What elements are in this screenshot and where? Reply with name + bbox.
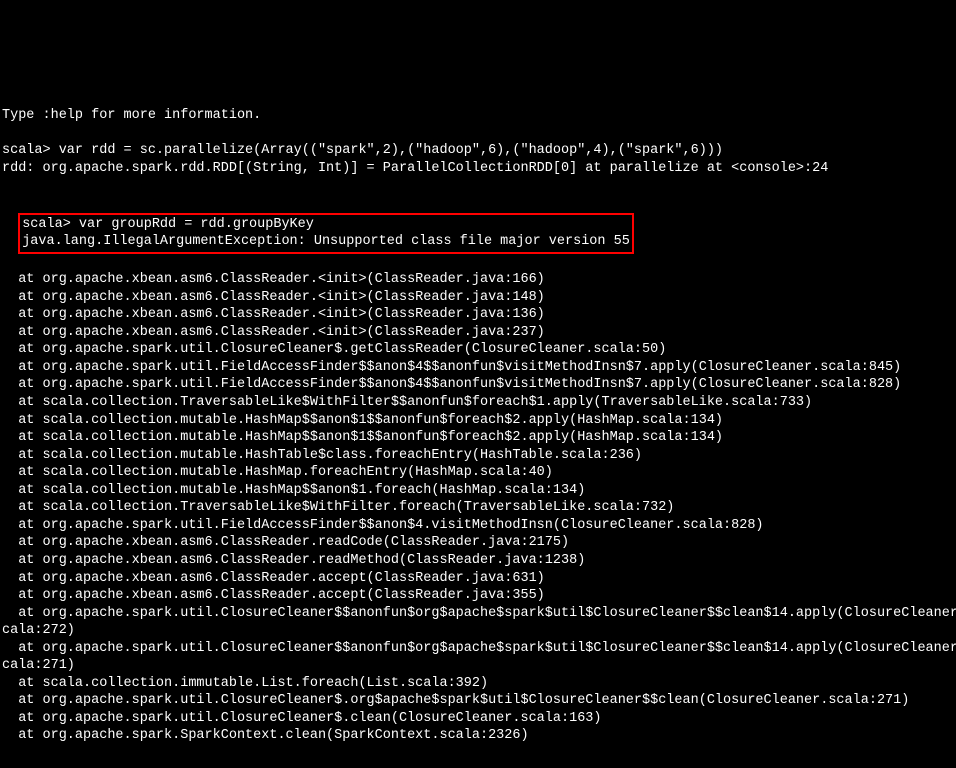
highlighted-error-box: scala> var groupRdd = rdd.groupByKeyjava… [18,213,634,254]
stack-line: at scala.collection.mutable.HashMap$$ano… [2,429,954,447]
error-line: scala> var groupRdd = rdd.groupByKey [22,216,630,234]
stack-line: at scala.collection.mutable.HashTable$cl… [2,447,954,465]
stack-line: at org.apache.xbean.asm6.ClassReader.<in… [2,289,954,307]
stack-line: at org.apache.spark.util.ClosureCleaner$… [2,640,954,658]
stack-line: at org.apache.xbean.asm6.ClassReader.rea… [2,534,954,552]
intro-line: rdd: org.apache.spark.rdd.RDD[(String, I… [2,160,954,178]
stack-line: at org.apache.xbean.asm6.ClassReader.acc… [2,570,954,588]
stack-line: at org.apache.xbean.asm6.ClassReader.rea… [2,552,954,570]
intro-line [2,177,954,195]
stack-line: at scala.collection.mutable.HashMap$$ano… [2,482,954,500]
stack-line: at org.apache.spark.util.ClosureCleaner$… [2,710,954,728]
stack-line: at org.apache.spark.util.ClosureCleaner$… [2,692,954,710]
stack-line: at org.apache.spark.util.ClosureCleaner$… [2,605,954,623]
stack-line: at org.apache.spark.util.FieldAccessFind… [2,376,954,394]
stack-line: at scala.collection.TraversableLike$With… [2,499,954,517]
terminal-stacktrace: at org.apache.xbean.asm6.ClassReader.<in… [2,271,954,745]
stack-line: at org.apache.spark.util.FieldAccessFind… [2,359,954,377]
stack-line: at org.apache.spark.util.FieldAccessFind… [2,517,954,535]
intro-line [2,125,954,143]
stack-line: at org.apache.xbean.asm6.ClassReader.acc… [2,587,954,605]
stack-line: cala:271) [2,657,954,675]
stack-line: at scala.collection.mutable.HashMap.fore… [2,464,954,482]
stack-line: at org.apache.xbean.asm6.ClassReader.<in… [2,306,954,324]
stack-line: at org.apache.spark.SparkContext.clean(S… [2,727,954,745]
terminal-output[interactable]: Type :help for more information. scala> … [2,72,954,680]
terminal-intro-lines: Type :help for more information. scala> … [2,107,954,195]
stack-line: at scala.collection.mutable.HashMap$$ano… [2,412,954,430]
stack-line: cala:272) [2,622,954,640]
stack-line: at org.apache.xbean.asm6.ClassReader.<in… [2,271,954,289]
error-line: java.lang.IllegalArgumentException: Unsu… [22,233,630,251]
stack-line: at scala.collection.TraversableLike$With… [2,394,954,412]
stack-line: at org.apache.xbean.asm6.ClassReader.<in… [2,324,954,342]
stack-line: at scala.collection.immutable.List.forea… [2,675,954,693]
stack-line: at org.apache.spark.util.ClosureCleaner$… [2,341,954,359]
intro-line: Type :help for more information. [2,107,954,125]
intro-line: scala> var rdd = sc.parallelize(Array(("… [2,142,954,160]
